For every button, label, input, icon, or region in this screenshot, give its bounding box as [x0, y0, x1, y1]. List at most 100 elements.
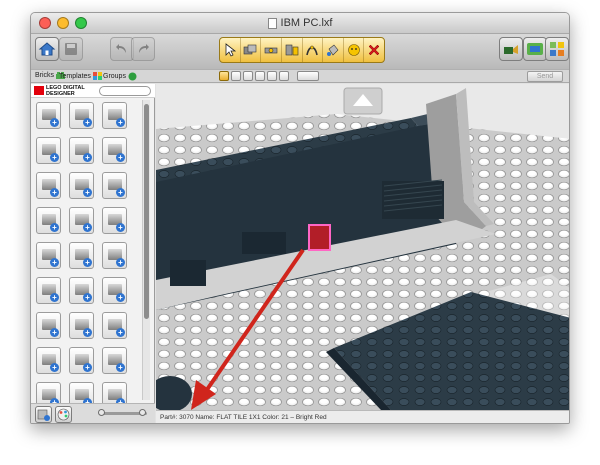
palette-brand: LEGO DIGITAL DESIGNER — [46, 85, 85, 97]
paint-bucket-icon — [326, 44, 339, 56]
drive-slot-lower — [170, 260, 206, 286]
cursor-icon — [225, 43, 236, 57]
add-brick-icon: + — [83, 118, 92, 127]
multi-select-option[interactable] — [231, 71, 241, 81]
build-mode-button[interactable] — [523, 37, 547, 61]
zoom-knob-right[interactable] — [139, 409, 146, 416]
brick-palette-item[interactable]: + — [69, 207, 94, 234]
add-brick-icon: + — [83, 293, 92, 302]
single-select-option[interactable] — [219, 71, 229, 81]
flex-tool[interactable] — [303, 38, 324, 62]
add-brick-icon: + — [116, 223, 125, 232]
brick-search-input[interactable] — [99, 86, 151, 96]
brick-palette-item[interactable]: + — [69, 312, 94, 339]
groups-icon — [128, 72, 137, 81]
add-brick-icon: + — [50, 188, 59, 197]
add-brick-icon: + — [83, 188, 92, 197]
brick-palette-item[interactable]: + — [36, 172, 61, 199]
brick-palette-item[interactable]: + — [69, 347, 94, 374]
brick-palette-item[interactable]: + — [36, 137, 61, 164]
redo-button[interactable] — [131, 37, 155, 61]
tab-bricks-label: Bricks — [35, 72, 55, 79]
brick-palette-item[interactable]: + — [36, 277, 61, 304]
add-brick-icon: + — [116, 363, 125, 372]
clone-tool[interactable] — [241, 38, 262, 62]
add-brick-icon: + — [116, 258, 125, 267]
brick-palette-item[interactable]: + — [69, 277, 94, 304]
tool-strip — [219, 37, 385, 63]
add-model-icon — [37, 409, 50, 421]
status-text: Part#: 3070 Name: FLAT TILE 1X1 Color: 2… — [160, 414, 327, 421]
send-button[interactable]: Send — [527, 71, 563, 82]
add-brick-icon: + — [116, 188, 125, 197]
brick-palette-item[interactable]: + — [36, 102, 61, 129]
add-brick-icon: + — [50, 293, 59, 302]
add-brick-icon: + — [83, 153, 92, 162]
shape-select-option[interactable] — [267, 71, 277, 81]
selected-flat-tile[interactable] — [308, 224, 331, 251]
brick-palette-item[interactable]: + — [69, 137, 94, 164]
flex-icon — [306, 45, 319, 56]
add-brick-icon: + — [50, 153, 59, 162]
build-mode-icon — [527, 43, 543, 55]
hinge-tool[interactable] — [261, 38, 282, 62]
window-title-text: IBM PC.lxf — [280, 17, 333, 29]
brick-palette-item[interactable]: + — [69, 242, 94, 269]
palette-scroll-thumb[interactable] — [144, 104, 149, 319]
scene-svg — [156, 84, 569, 410]
hinge-icon — [264, 47, 278, 54]
hide-tool[interactable] — [344, 38, 365, 62]
add-brick-icon: + — [83, 328, 92, 337]
brick-grid: +++++++++++++++++++++++++++ — [36, 102, 132, 409]
camera-button[interactable] — [499, 37, 523, 61]
brick-palette-item[interactable]: + — [102, 207, 127, 234]
home-button[interactable] — [35, 37, 59, 61]
hinge-align-tool[interactable] — [282, 38, 303, 62]
hide-icon — [347, 44, 360, 56]
brick-palette-item[interactable]: + — [102, 102, 127, 129]
tabs-bar: Bricks Templates Groups Send — [31, 69, 569, 83]
brick-palette-item[interactable]: + — [69, 172, 94, 199]
palette-scrollbar[interactable] — [142, 100, 150, 400]
add-brick-icon: + — [50, 118, 59, 127]
tab-groups[interactable]: Groups — [103, 72, 137, 81]
color-palette-button[interactable] — [55, 406, 72, 423]
connected-select-option[interactable] — [243, 71, 253, 81]
view-mode-button[interactable] — [545, 37, 569, 61]
brick-palette-item[interactable]: + — [102, 242, 127, 269]
brick-palette-item[interactable]: + — [102, 347, 127, 374]
add-model-button[interactable] — [35, 406, 52, 423]
send-label: Send — [536, 73, 554, 80]
brick-palette-item[interactable]: + — [102, 172, 127, 199]
palette-header: LEGO DIGITAL DESIGNER — [31, 84, 155, 98]
zoom-knob-left[interactable] — [98, 409, 105, 416]
brick-palette-item[interactable]: + — [36, 242, 61, 269]
view-mode-icon — [550, 42, 564, 56]
paint-tool[interactable] — [323, 38, 344, 62]
save-button[interactable] — [59, 37, 83, 61]
tool-options — [219, 71, 319, 81]
tab-templates-label: Templates — [59, 72, 91, 80]
3d-viewport[interactable] — [156, 84, 569, 410]
brick-palette-item[interactable]: + — [69, 102, 94, 129]
brick-palette-item[interactable]: + — [36, 347, 61, 374]
brick-palette-item[interactable]: + — [102, 277, 127, 304]
brick-palette-item[interactable]: + — [102, 312, 127, 339]
title-bar: IBM PC.lxf — [31, 13, 569, 34]
add-brick-icon: + — [50, 223, 59, 232]
invert-select-option[interactable] — [279, 71, 289, 81]
brick-palette-item[interactable]: + — [36, 312, 61, 339]
add-brick-icon: + — [83, 258, 92, 267]
delete-tool[interactable] — [364, 38, 384, 62]
window-title: IBM PC.lxf — [31, 17, 569, 29]
color-select-option[interactable] — [255, 71, 265, 81]
tab-templates[interactable]: Templates — [59, 72, 102, 80]
undo-icon — [116, 44, 126, 53]
status-bar: Part#: 3070 Name: FLAT TILE 1X1 Color: 2… — [156, 410, 569, 423]
select-tool[interactable] — [220, 38, 241, 62]
group-select-option[interactable] — [297, 71, 319, 81]
zoom-slider[interactable] — [98, 409, 147, 416]
brick-palette-item[interactable]: + — [36, 207, 61, 234]
brick-palette-item[interactable]: + — [102, 137, 127, 164]
delete-icon — [368, 44, 380, 56]
